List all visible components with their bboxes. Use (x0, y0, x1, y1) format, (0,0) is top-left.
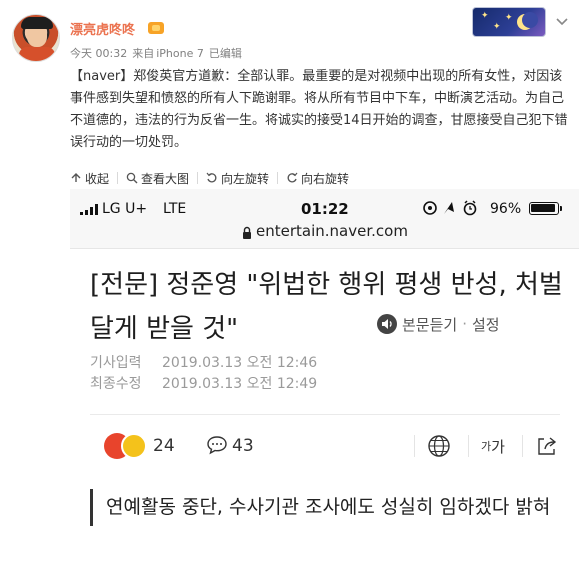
font-size-button: 가가 (468, 423, 518, 469)
rotate-left-icon (206, 172, 217, 183)
rotate-right-button[interactable]: 向右旋转 (286, 170, 349, 187)
rotate-right-label: 向右旋转 (301, 171, 350, 186)
collapse-icon (71, 173, 81, 182)
modified-row: 최종수정 2019.03.13 오전 12:49 (90, 374, 317, 395)
battery-icon (529, 202, 562, 215)
reaction-count: 24 (153, 436, 175, 456)
font-size-small-label: 가 (481, 440, 492, 453)
divider (277, 172, 279, 184)
image-action-bar: 收起 查看大图 向左旋转 向右旋转 (70, 168, 349, 188)
article: [전문] 정준영 "위법한 행위 평생 반성, 처벌 달게 받을 것" 본문듣기… (70, 249, 579, 587)
zoom-icon (126, 172, 138, 184)
post-source: iPhone 7 (156, 47, 204, 60)
published-row: 기사입력 2019.03.13 오전 12:46 (90, 353, 317, 374)
globe-icon (428, 435, 450, 457)
comment-icon (207, 436, 227, 455)
rotate-left-button[interactable]: 向左旋转 (206, 170, 269, 187)
translate-button (414, 423, 464, 469)
url-text: entertain.naver.com (256, 222, 408, 240)
post-image[interactable]: LG U+ LTE 01:22 96% entertain.naver.com … (70, 189, 579, 587)
speaker-icon (377, 314, 397, 334)
listen-control: 본문듣기 · 설정 (376, 313, 500, 335)
avatar-hat (21, 17, 53, 29)
divider (197, 172, 199, 184)
laugh-emoji (121, 433, 147, 459)
separator-dot: · (462, 315, 467, 333)
article-summary-quote: 연예활동 중단, 수사기관 조사에도 성실히 임하겠다 밝혀 (90, 489, 560, 526)
divider (117, 172, 119, 184)
network-label: LTE (163, 201, 187, 217)
view-large-button[interactable]: 查看大图 (126, 170, 189, 187)
published-label: 기사입력 (90, 355, 142, 371)
settings-label: 설정 (471, 315, 500, 334)
status-icons (423, 200, 477, 216)
reaction-bar: 24 43 가가 (90, 423, 560, 475)
collapse-label: 收起 (85, 171, 110, 186)
star-icon: ✦ (493, 22, 501, 32)
rotate-right-icon (287, 172, 298, 183)
url-bar: entertain.naver.com (70, 219, 579, 249)
battery-fill (531, 204, 555, 212)
modified-date: 2019.03.13 오전 12:49 (162, 376, 318, 392)
published-date: 2019.03.13 오전 12:46 (162, 355, 318, 371)
card-badge[interactable]: ✦ ✦ ✦ (472, 7, 546, 37)
moon-icon (517, 12, 538, 30)
avatar[interactable] (12, 14, 60, 62)
vip-badge-icon[interactable] (148, 22, 164, 34)
lock-icon (243, 226, 251, 239)
battery-percent: 96% (490, 201, 522, 217)
post-time[interactable]: 今天 00:32 (70, 47, 127, 60)
post-header: 漂亮虎咚咚 今天 00:32 来自 iPhone 7 已编辑 ✦ ✦ ✦ (0, 0, 579, 66)
edited-label[interactable]: 已编辑 (209, 47, 242, 60)
modified-label: 최종수정 (90, 376, 142, 392)
avatar-shirt (19, 47, 55, 61)
comment-count: 43 (232, 436, 254, 456)
star-icon: ✦ (505, 13, 513, 23)
article-dates: 기사입력 2019.03.13 오전 12:46 최종수정 2019.03.13 오… (90, 353, 317, 395)
status-time: 01:22 (301, 200, 349, 218)
carrier-label: LG U+ (102, 201, 148, 217)
view-large-label: 查看大图 (141, 171, 190, 186)
share-icon (538, 437, 557, 455)
divider (90, 414, 560, 415)
star-icon: ✦ (481, 11, 489, 21)
listen-label: 본문듣기 (402, 315, 458, 334)
share-button (522, 423, 572, 469)
signal-icon (80, 204, 98, 215)
collapse-button[interactable]: 收起 (70, 170, 109, 187)
rotate-left-label: 向左旋转 (221, 171, 270, 186)
source-prefix: 来自 (132, 47, 155, 60)
font-size-large-label: 가 (491, 437, 505, 456)
post-text: 【naver】郑俊英官方道歉：全部认罪。最重要的是对视频中出现的所有女性，对因该… (70, 69, 568, 150)
chevron-down-icon[interactable] (555, 15, 569, 29)
username[interactable]: 漂亮虎咚咚 (70, 19, 135, 38)
article-headline: [전문] 정준영 "위법한 행위 평생 반성, 처벌 달게 받을 것" (90, 270, 563, 344)
post-meta: 今天 00:32 来自 iPhone 7 已编辑 (70, 45, 247, 61)
